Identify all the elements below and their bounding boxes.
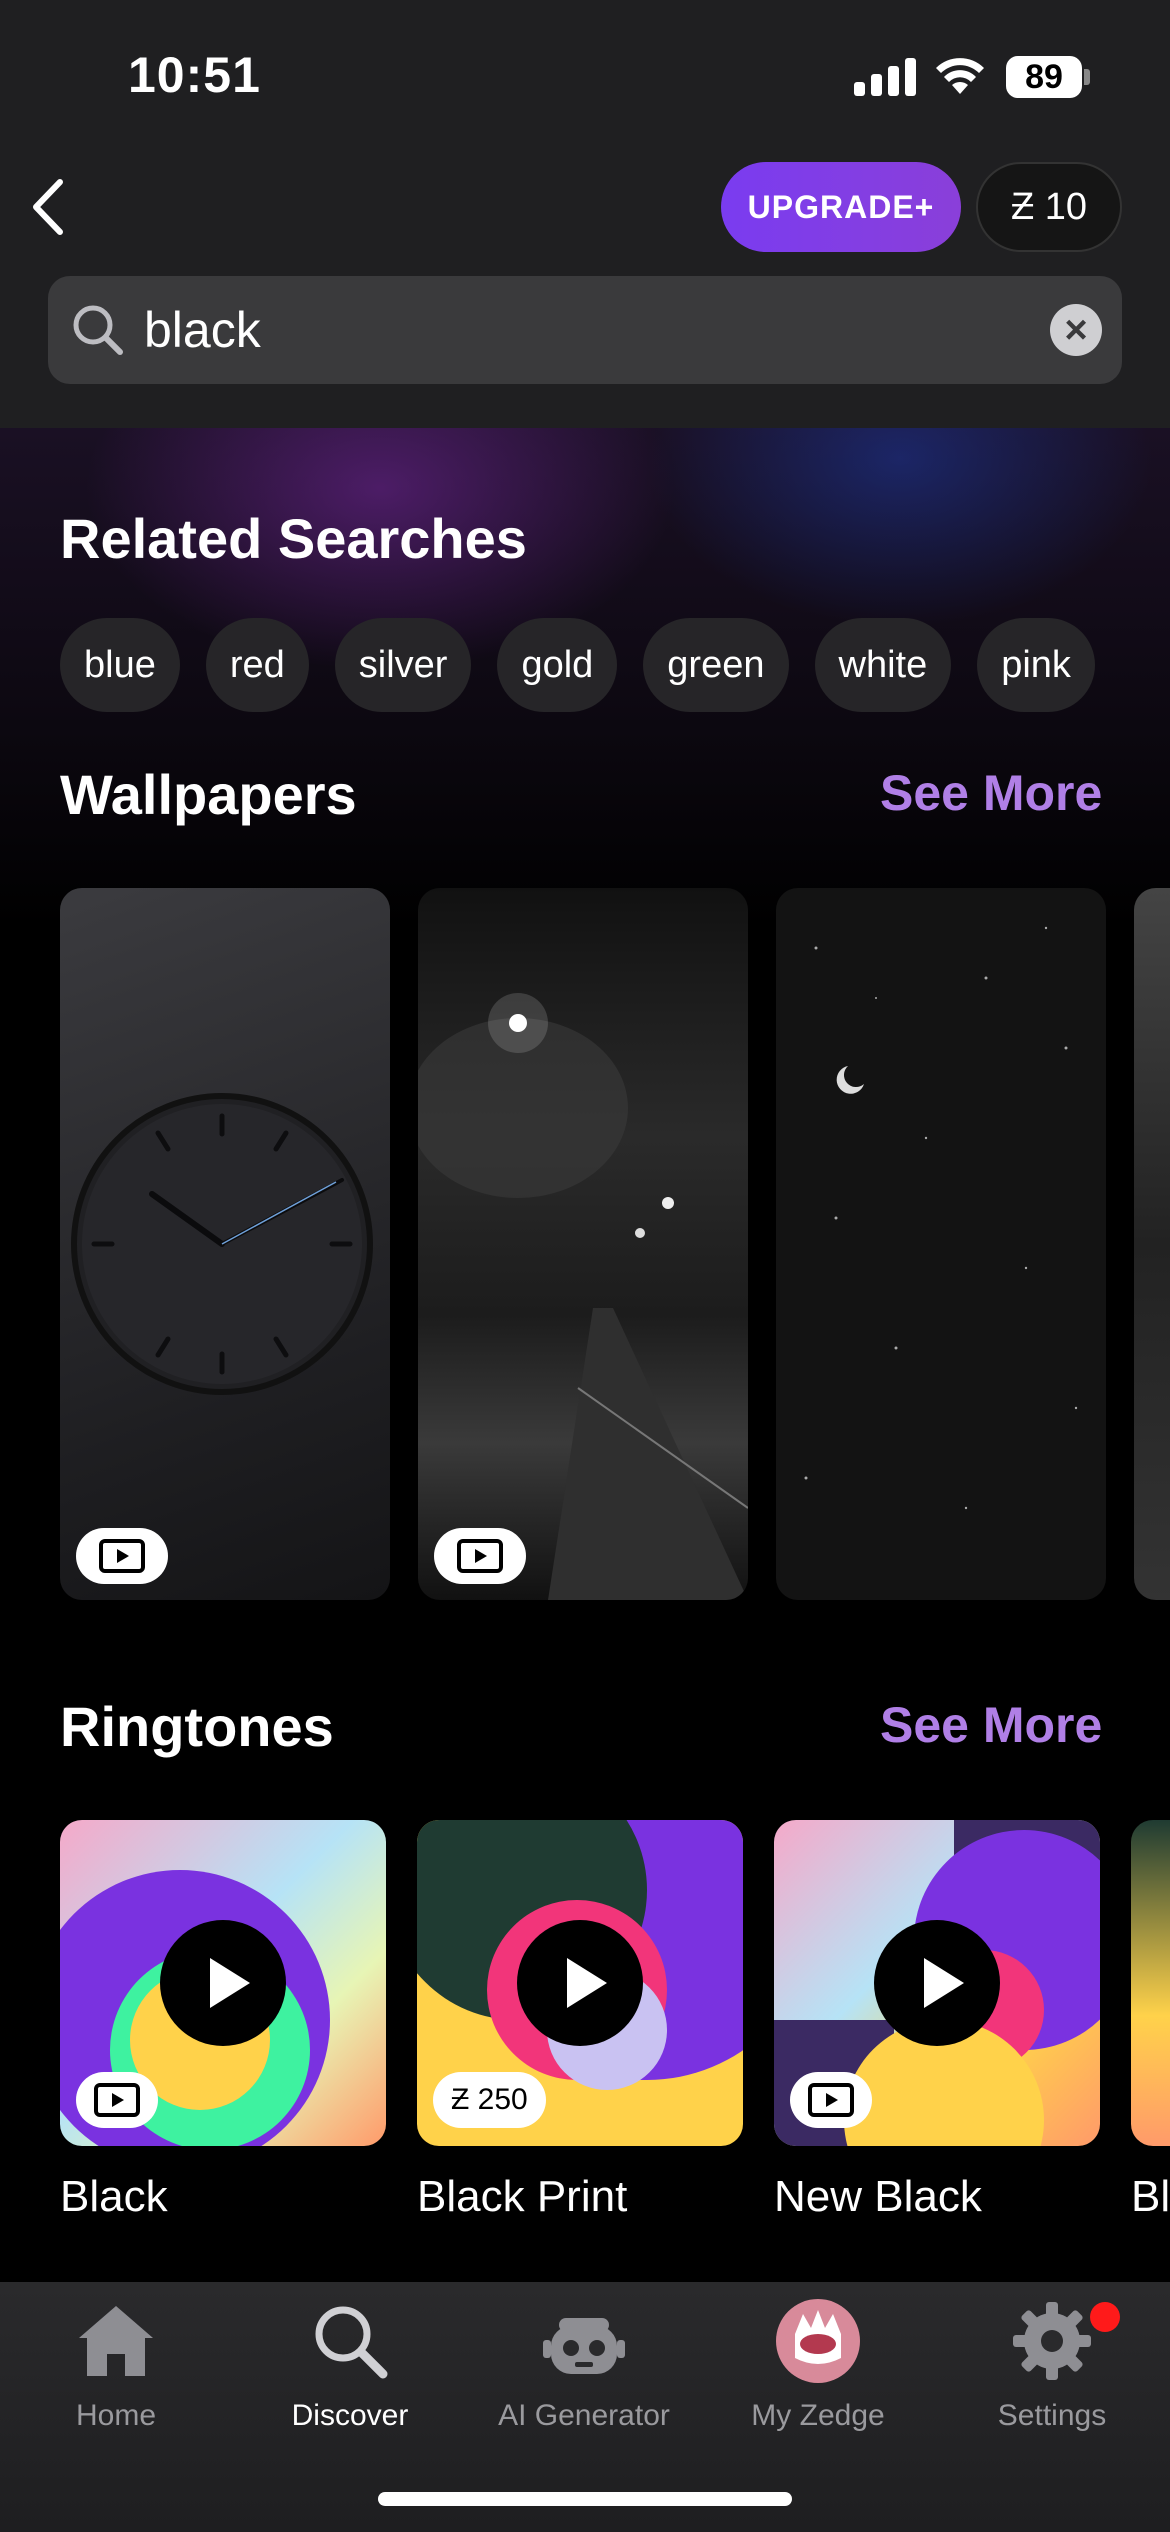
ringtone-title: New Black — [774, 2172, 982, 2221]
chip-red[interactable]: red — [205, 618, 309, 712]
video-badge — [76, 2072, 158, 2128]
ringtone-card-new-black[interactable] — [774, 1820, 1100, 2146]
wallpapers-see-more-link[interactable]: See More — [880, 764, 1102, 822]
ringtone-title: Bl — [1131, 2172, 1170, 2221]
tab-label: My Zedge — [751, 2399, 885, 2432]
related-chips: blue red silver gold green white pink — [60, 618, 1095, 712]
battery-level: 89 — [1006, 56, 1082, 98]
chip-gold[interactable]: gold — [497, 618, 618, 712]
wifi-icon — [936, 58, 984, 94]
status-time: 10:51 — [128, 47, 261, 103]
home-indicator — [378, 2492, 792, 2506]
tab-label: AI Generator — [498, 2399, 670, 2432]
search-icon — [315, 2306, 388, 2379]
tab-discover[interactable]: Discover — [250, 2296, 450, 2433]
tab-settings[interactable]: Settings — [952, 2296, 1152, 2433]
video-badge — [434, 1528, 526, 1584]
ringtones-see-more-link[interactable]: See More — [880, 1696, 1102, 1754]
status-bar: 10:51 89 — [0, 0, 1170, 150]
ringtone-card-black[interactable] — [60, 1820, 386, 2146]
tab-my-zedge[interactable]: My Zedge — [718, 2296, 918, 2433]
tab-label: Settings — [997, 2399, 1107, 2432]
street-illustration — [418, 993, 748, 1600]
wallpapers-title: Wallpapers — [60, 763, 357, 826]
header-area: 10:51 89 UPGRADE+ Ƶ 10 black × — [0, 0, 1170, 428]
chip-pink[interactable]: pink — [977, 618, 1095, 712]
chip-white[interactable]: white — [814, 618, 952, 712]
battery-icon: 89 — [1006, 56, 1090, 98]
search-bar[interactable]: black × — [48, 276, 1122, 384]
related-searches-title: Related Searches — [60, 507, 527, 570]
night-sky-illustration — [804, 926, 1078, 1510]
tab-label: Discover — [291, 2399, 409, 2432]
search-icon — [73, 305, 123, 355]
ringtone-title: Black Print — [417, 2172, 628, 2221]
gear-icon — [1013, 2302, 1091, 2380]
chip-green[interactable]: green — [643, 618, 789, 712]
play-button[interactable] — [874, 1920, 1000, 2046]
price-badge: Ƶ 250 — [433, 2072, 546, 2128]
play-button[interactable] — [517, 1920, 643, 2046]
zedge-avatar-icon — [776, 2299, 860, 2383]
wallpaper-card-clock[interactable] — [60, 888, 390, 1600]
coins-balance-button[interactable]: Ƶ 10 — [976, 162, 1122, 252]
ringtones-title: Ringtones — [60, 1695, 334, 1758]
tab-label: Home — [75, 2399, 157, 2432]
video-badge — [790, 2072, 872, 2128]
video-badge — [76, 1528, 168, 1584]
search-input[interactable]: black — [144, 276, 261, 384]
tab-home[interactable]: Home — [16, 2296, 216, 2433]
ringtone-card-black-print[interactable]: Ƶ 250 — [417, 1820, 743, 2146]
home-icon — [79, 2306, 153, 2376]
tab-ai-generator[interactable]: AI Generator — [484, 2296, 684, 2433]
ringtone-card-partial[interactable] — [1131, 1820, 1170, 2146]
wallpaper-card-street[interactable] — [418, 888, 748, 1600]
upgrade-button[interactable]: UPGRADE+ — [721, 162, 961, 252]
signal-icon — [854, 58, 916, 96]
back-icon[interactable] — [24, 176, 74, 238]
chip-blue[interactable]: blue — [60, 618, 180, 712]
wallpaper-card-night-sky[interactable] — [776, 888, 1106, 1600]
play-button[interactable] — [160, 1920, 286, 2046]
clock-illustration — [71, 1093, 373, 1395]
clear-search-icon[interactable]: × — [1050, 304, 1102, 356]
robot-icon — [543, 2318, 625, 2374]
ringtone-title: Black — [60, 2172, 168, 2221]
wallpaper-card-partial[interactable] — [1134, 888, 1170, 1600]
settings-notification-dot — [1090, 2302, 1120, 2332]
chip-silver[interactable]: silver — [334, 618, 472, 712]
